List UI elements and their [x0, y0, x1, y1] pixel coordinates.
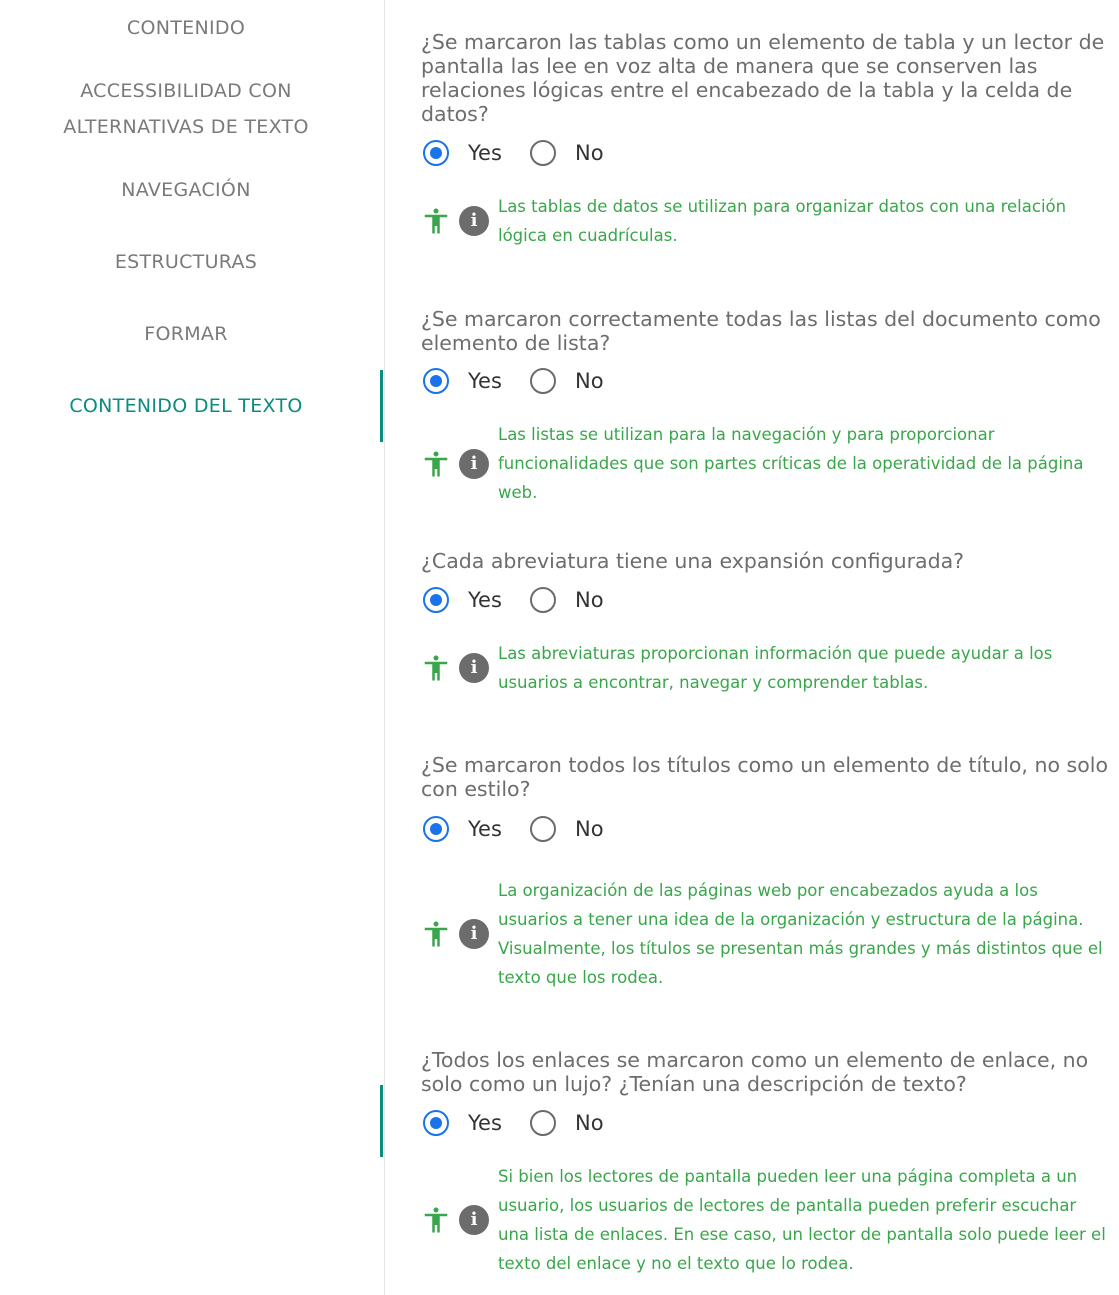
sidebar-nav: CONTENIDO ACCESSIBILIDAD CON ALTERNATIVA… [0, 0, 385, 1295]
info-icon[interactable]: i [459, 653, 489, 683]
radio-yes[interactable]: Yes [423, 816, 502, 842]
radio-no-icon [530, 816, 556, 842]
radio-no-label: No [575, 817, 604, 841]
nav-item-estructuras[interactable]: ESTRUCTURAS [0, 244, 372, 280]
radio-yes-selected-icon [423, 1110, 449, 1136]
question-text: ¿Se marcaron correctamente todas las lis… [421, 307, 1101, 355]
nav-item-formar[interactable]: FORMAR [0, 316, 372, 352]
radio-yes-selected-icon [423, 587, 449, 613]
tip-icons: i [421, 206, 489, 236]
radio-no-icon [530, 1110, 556, 1136]
info-icon[interactable]: i [459, 449, 489, 479]
nav-item-label: ACCESSIBILIDAD CON ALTERNATIVAS DE TEXTO [63, 80, 309, 138]
tip-text: Si bien los lectores de pantalla pueden … [498, 1167, 1106, 1273]
nav-item-contenido-del-texto[interactable]: CONTENIDO DEL TEXTO [0, 388, 372, 424]
radio-no-icon [530, 140, 556, 166]
accessibility-icon [424, 1207, 448, 1233]
radio-yes-label: Yes [468, 1111, 502, 1135]
radio-no-label: No [575, 141, 604, 165]
radio-yes-label: Yes [468, 588, 502, 612]
tip-text: Las tablas de datos se utilizan para org… [498, 197, 1067, 245]
tip-icons: i [421, 919, 489, 949]
radio-yes[interactable]: Yes [423, 140, 502, 166]
radio-yes-selected-icon [423, 140, 449, 166]
tip-text: Las abreviaturas proporcionan informació… [498, 644, 1053, 692]
radio-no-label: No [575, 588, 604, 612]
radio-no-label: No [575, 369, 604, 393]
tip-icons: i [421, 1205, 489, 1235]
active-indicator [380, 370, 383, 442]
tip-text: Las listas se utilizan para la navegació… [498, 425, 1084, 502]
radio-no-icon [530, 587, 556, 613]
radio-no-label: No [575, 1111, 604, 1135]
radio-yes-label: Yes [468, 817, 502, 841]
tip-icons: i [421, 653, 489, 683]
radio-yes-selected-icon [423, 816, 449, 842]
question-text: ¿Cada abreviatura tiene una expansión co… [421, 549, 965, 573]
radio-no-icon [530, 368, 556, 394]
radio-yes-label: Yes [468, 369, 502, 393]
info-icon[interactable]: i [459, 206, 489, 236]
scroll-indicator[interactable] [380, 1085, 383, 1157]
accessibility-icon [424, 655, 448, 681]
radio-yes-label: Yes [468, 141, 502, 165]
question-text: ¿Todos los enlaces se marcaron como un e… [421, 1048, 1089, 1096]
radio-yes[interactable]: Yes [423, 368, 502, 394]
tip-icons: i [421, 449, 489, 479]
info-icon[interactable]: i [459, 919, 489, 949]
question-text: ¿Se marcaron las tablas como un elemento… [421, 30, 1105, 126]
info-icon[interactable]: i [459, 1205, 489, 1235]
radio-yes-selected-icon [423, 368, 449, 394]
radio-yes[interactable]: Yes [423, 1110, 502, 1136]
radio-no[interactable]: No [530, 1110, 604, 1136]
nav-item-contenido[interactable]: CONTENIDO [0, 10, 372, 46]
accessibility-icon [424, 921, 448, 947]
accessibility-icon [424, 451, 448, 477]
accessibility-icon [424, 208, 448, 234]
question-text: ¿Se marcaron todos los títulos como un e… [421, 753, 1108, 801]
nav-item-navegacion[interactable]: NAVEGACIÓN [0, 172, 372, 208]
radio-no[interactable]: No [530, 587, 604, 613]
tip-text: La organización de las páginas web por e… [498, 881, 1103, 987]
nav-item-accesibilidad[interactable]: ACCESSIBILIDAD CON ALTERNATIVAS DE TEXTO [0, 73, 372, 145]
radio-no[interactable]: No [530, 368, 604, 394]
radio-no[interactable]: No [530, 816, 604, 842]
radio-yes[interactable]: Yes [423, 587, 502, 613]
radio-no[interactable]: No [530, 140, 604, 166]
